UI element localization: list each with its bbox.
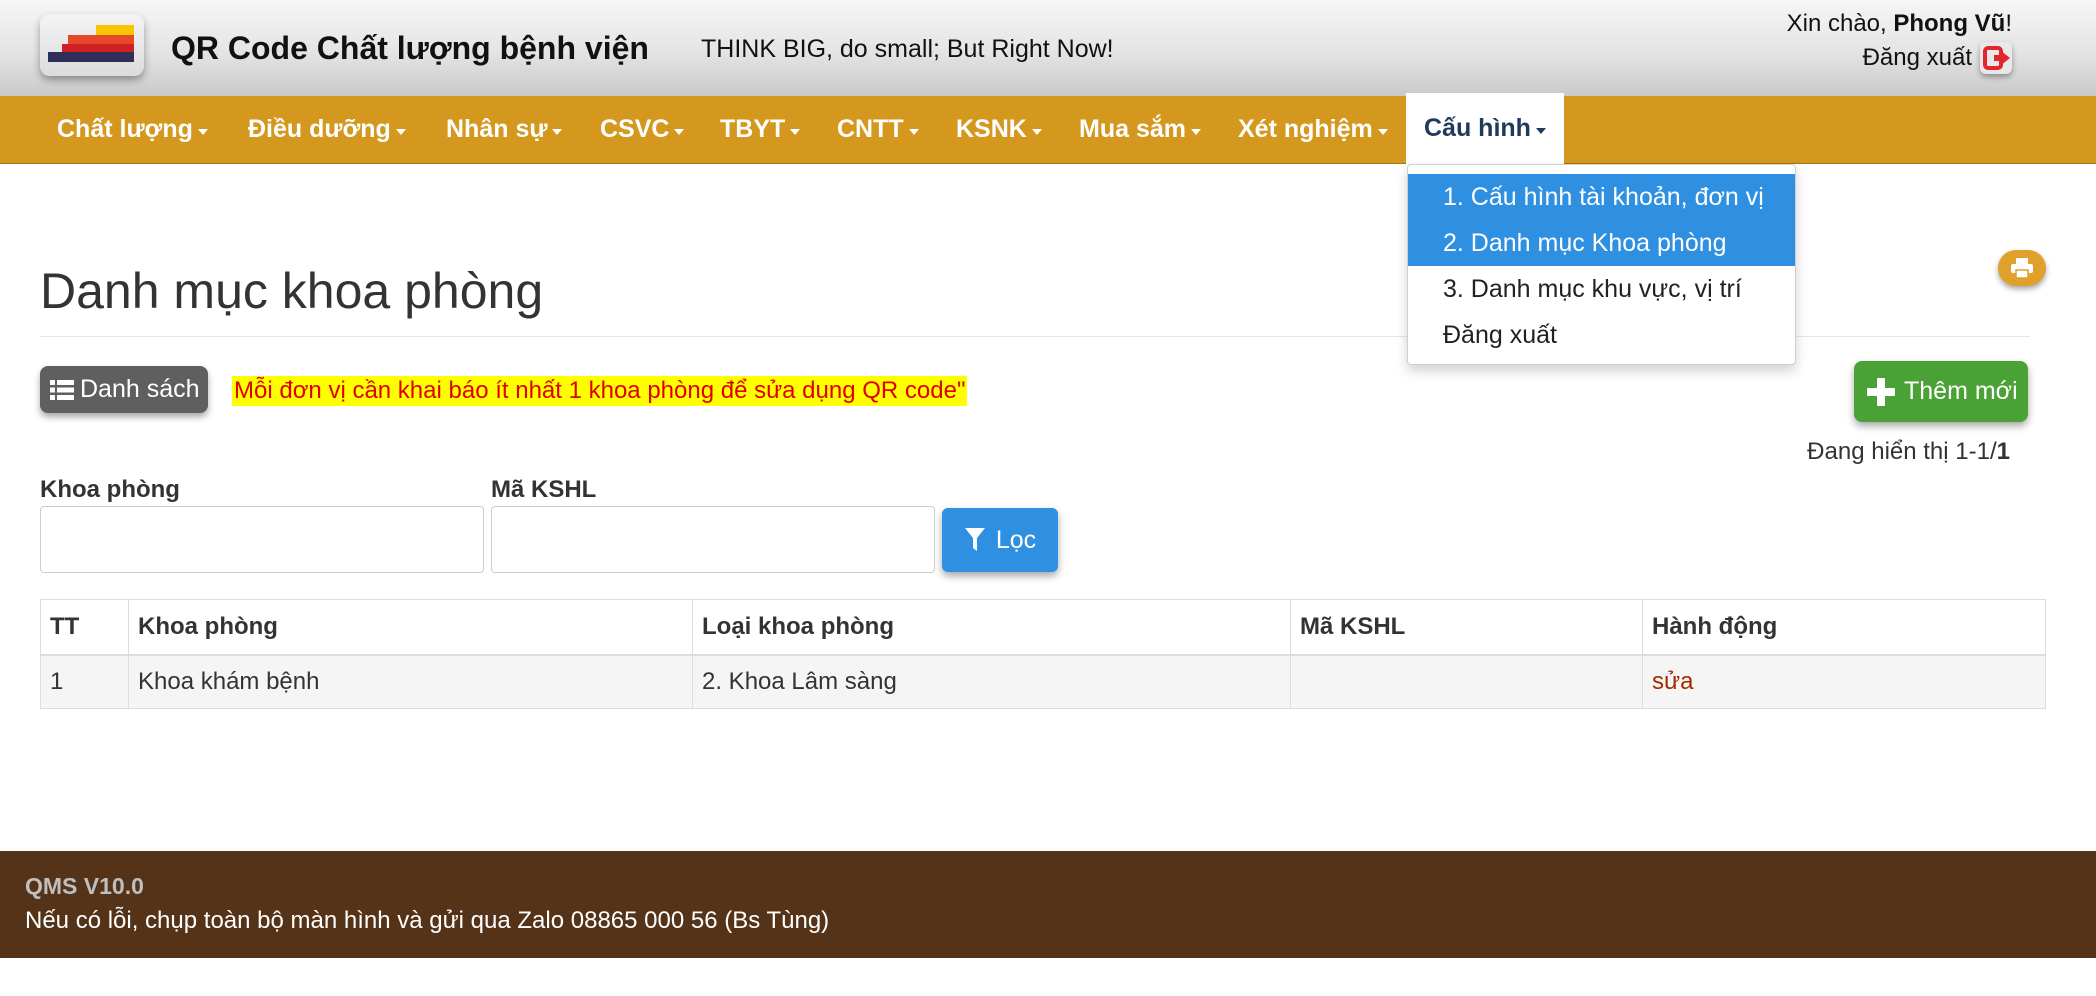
menu-item-danh-muc-khu-vuc[interactable]: 3. Danh mục khu vực, vị trí xyxy=(1408,266,1795,312)
app-footer: QMS V10.0 Nếu có lỗi, chụp toàn bộ màn h… xyxy=(0,851,2096,958)
caret-down-icon xyxy=(908,128,919,135)
cell-tt: 1 xyxy=(40,654,129,709)
nav-label: KSNK xyxy=(956,115,1027,143)
caret-down-icon xyxy=(790,128,801,135)
printer-icon xyxy=(2011,258,2033,279)
list-button[interactable]: Danh sách xyxy=(40,366,208,413)
edit-link[interactable]: sửa xyxy=(1642,654,2046,709)
cell-khoa-phong: Khoa khám bệnh xyxy=(128,654,693,709)
logout-label: Đăng xuất xyxy=(1862,44,1972,71)
app-title: QR Code Chất lượng bệnh viện xyxy=(171,30,649,66)
khoa-phong-input[interactable] xyxy=(40,506,484,573)
notice-message: Mỗi đơn vị cần khai báo ít nhất 1 khoa p… xyxy=(232,376,968,406)
plus-icon xyxy=(1867,377,1895,406)
list-icon xyxy=(50,379,74,400)
nav-ksnk[interactable]: KSNK xyxy=(956,96,1042,163)
main-navbar: Chất lượng Điều dưỡng Nhân sự CSVC TBYT … xyxy=(0,93,2096,164)
add-new-button[interactable]: Thêm mới xyxy=(1854,361,2028,422)
app-logo[interactable] xyxy=(40,14,144,76)
greeting-suffix: ! xyxy=(2005,10,2012,37)
caret-down-icon xyxy=(674,128,685,135)
filter-button[interactable]: Lọc xyxy=(942,508,1058,572)
cell-ma-kshl xyxy=(1290,654,1643,709)
nav-label: Chất lượng xyxy=(57,115,193,143)
cau-hinh-dropdown: 1. Cấu hình tài khoản, đơn vị 2. Danh mụ… xyxy=(1407,164,1796,365)
caret-down-icon xyxy=(1190,128,1201,135)
table-row: 1 Khoa khám bệnh 2. Khoa Lâm sàng sửa xyxy=(40,654,2046,709)
cell-loai-khoa-phong: 2. Khoa Lâm sàng xyxy=(692,654,1291,709)
nav-chat-luong[interactable]: Chất lượng xyxy=(57,96,208,163)
nav-label: Mua sắm xyxy=(1079,115,1186,143)
menu-item-cau-hinh-tai-khoan[interactable]: 1. Cấu hình tài khoản, đơn vị xyxy=(1408,174,1795,220)
col-tt: TT xyxy=(40,599,129,656)
nav-nhan-su[interactable]: Nhân sự xyxy=(446,96,563,163)
nav-label: CSVC xyxy=(600,115,670,143)
filter-button-label: Lọc xyxy=(995,525,1037,554)
logo-icon xyxy=(48,25,134,62)
nav-label: Điều dưỡng xyxy=(248,115,391,143)
caret-down-icon xyxy=(1377,128,1388,135)
ma-kshl-input[interactable] xyxy=(491,506,935,573)
list-button-label: Danh sách xyxy=(80,375,200,403)
user-name: Phong Vũ xyxy=(1893,10,2006,37)
greeting-prefix: Xin chào, xyxy=(1786,10,1894,37)
khoa-phong-label: Khoa phòng xyxy=(40,476,180,503)
table-header-row: TT Khoa phòng Loại khoa phòng Mã KSHL Hà… xyxy=(40,599,2046,656)
nav-xet-nghiem[interactable]: Xét nghiệm xyxy=(1238,96,1388,163)
greeting: Xin chào, Phong Vũ! xyxy=(1787,10,2012,38)
print-button[interactable] xyxy=(1998,250,2046,286)
nav-label: Nhân sự xyxy=(446,115,548,143)
caret-down-icon xyxy=(1535,127,1546,134)
pagination-info: Đang hiển thị 1-1/1 xyxy=(1807,438,2010,466)
footer-message: Nếu có lỗi, chụp toàn bộ màn hình và gửi… xyxy=(25,907,830,934)
page-title: Danh mục khoa phòng xyxy=(40,263,544,319)
caret-down-icon xyxy=(1031,128,1042,135)
nav-tbyt[interactable]: TBYT xyxy=(720,96,801,163)
caret-down-icon xyxy=(197,128,208,135)
app-version: QMS V10.0 xyxy=(25,873,144,899)
col-loai-khoa-phong: Loại khoa phòng xyxy=(692,599,1291,656)
nav-label: Xét nghiệm xyxy=(1238,115,1373,143)
filter-icon xyxy=(964,528,985,551)
nav-label: Cấu hình xyxy=(1424,114,1531,142)
col-khoa-phong: Khoa phòng xyxy=(128,599,693,656)
nav-csvc[interactable]: CSVC xyxy=(600,96,685,163)
caret-down-icon xyxy=(395,128,406,135)
khoa-phong-table: TT Khoa phòng Loại khoa phòng Mã KSHL Hà… xyxy=(40,599,2046,709)
col-hanh-dong: Hành động xyxy=(1642,599,2046,656)
caret-down-icon xyxy=(552,128,563,135)
ma-kshl-label: Mã KSHL xyxy=(491,476,597,503)
showing-prefix: Đang hiển thị 1-1/ xyxy=(1807,438,1997,465)
slogan: THINK BIG, do small; But Right Now! xyxy=(701,35,1114,63)
menu-item-danh-muc-khoa-phong[interactable]: 2. Danh mục Khoa phòng xyxy=(1408,220,1795,266)
showing-total: 1 xyxy=(1996,438,2010,465)
menu-item-dang-xuat[interactable]: Đăng xuất xyxy=(1408,312,1795,358)
app-header: QR Code Chất lượng bệnh viện THINK BIG, … xyxy=(0,0,2096,96)
nav-label: CNTT xyxy=(837,115,904,143)
col-ma-kshl: Mã KSHL xyxy=(1290,599,1643,656)
add-new-label: Thêm mới xyxy=(1904,377,2018,405)
logout-link[interactable]: Đăng xuất xyxy=(1863,42,2012,74)
nav-cau-hinh[interactable]: Cấu hình xyxy=(1406,93,1564,164)
nav-dieu-duong[interactable]: Điều dưỡng xyxy=(248,96,406,163)
nav-mua-sam[interactable]: Mua sắm xyxy=(1079,96,1201,163)
nav-label: TBYT xyxy=(720,115,786,143)
nav-cntt[interactable]: CNTT xyxy=(837,96,919,163)
logout-icon[interactable] xyxy=(1980,42,2012,74)
